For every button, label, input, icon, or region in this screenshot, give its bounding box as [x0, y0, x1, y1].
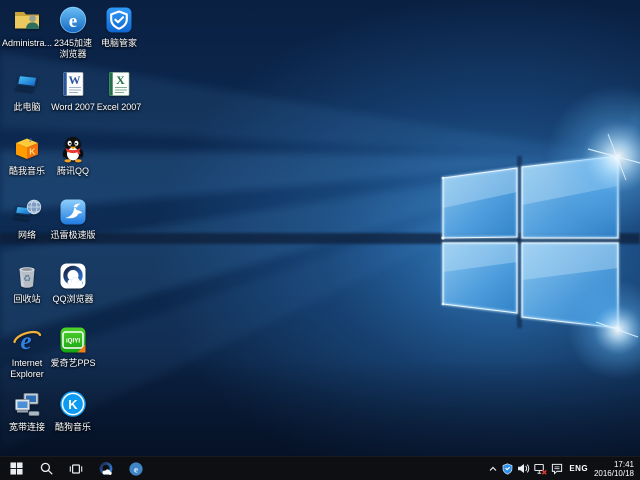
desktop-icon-internet-explorer[interactable]: e Internet Explorer [4, 325, 50, 380]
taskbar-qq-browser-button[interactable] [91, 457, 121, 480]
excel-spreadsheet-icon: X [104, 69, 134, 99]
desktop-icon-label: 酷我音乐 [9, 166, 45, 177]
desktop-icon-label: Excel 2007 [97, 102, 142, 113]
network-error-icon [534, 463, 547, 475]
tray-pc-manager-button[interactable] [502, 463, 513, 475]
desktop-icon-2345-browser[interactable]: e 2345加速浏览器 [50, 5, 96, 60]
taskbar: e [0, 456, 640, 480]
computer-icon [12, 69, 42, 99]
desktop-icon-excel-2007[interactable]: X Excel 2007 [96, 69, 142, 113]
tencent-pc-manager-shield-icon [104, 5, 134, 35]
qq-browser-icon [58, 261, 88, 291]
desktop-icon-label: 回收站 [13, 294, 40, 305]
search-button[interactable] [31, 457, 61, 480]
desktop-icon-label: 宽带连接 [9, 422, 45, 433]
desktop-icon-broadband[interactable]: 宽带连接 [4, 389, 50, 433]
kuwo-music-box-icon: K ♪ [12, 133, 42, 163]
thunder-bird-icon [58, 197, 88, 227]
desktop-icon-label: 腾讯QQ [57, 166, 89, 177]
2345-explorer-icon: e [128, 461, 144, 477]
desktop-icon-label: Word 2007 [51, 102, 95, 113]
svg-text:♪: ♪ [29, 135, 33, 144]
network-status-button[interactable] [534, 463, 547, 475]
word-document-icon: W [58, 69, 88, 99]
clock-time: 17:41 [614, 460, 634, 469]
system-tray: ENG 17:41 2016/10/18 [488, 457, 640, 480]
taskbar-left-buttons: e [0, 457, 151, 480]
action-center-button[interactable] [551, 463, 563, 475]
svg-text:♻: ♻ [23, 274, 31, 284]
qq-browser-icon [98, 461, 114, 477]
recycle-bin-icon: ♻ [12, 261, 42, 291]
svg-text:W: W [69, 73, 81, 87]
user-folder-icon [12, 5, 42, 35]
desktop-icon-qq-browser[interactable]: QQ浏览器 [50, 261, 96, 305]
desktop-icon-recycle-bin[interactable]: ♻ 回收站 [4, 261, 50, 305]
volume-button[interactable] [517, 463, 530, 474]
windows-start-icon [10, 462, 23, 475]
clock-date: 2016/10/18 [594, 469, 634, 478]
desktop-icon-xunlei[interactable]: 迅雷极速版 [50, 197, 96, 241]
desktop-icon-kuwo-music[interactable]: K ♪ 酷我音乐 [4, 133, 50, 177]
task-view-button[interactable] [61, 457, 91, 480]
svg-text:e: e [134, 465, 138, 475]
svg-text:e: e [69, 11, 77, 32]
desktop-icon-label: QQ浏览器 [52, 294, 93, 305]
desktop-icon-label: 酷狗音乐 [55, 422, 91, 433]
ie-icon: e [12, 325, 42, 355]
iqiyi-icon: iQIYI [58, 325, 88, 355]
desktop[interactable]: Administra... e 2345加速浏览器 电脑管家 [0, 0, 640, 456]
desktop-icon-tencent-qq[interactable]: 腾讯QQ [50, 133, 96, 177]
desktop-icon-administrator[interactable]: Administra... [4, 5, 50, 49]
shield-icon [502, 463, 513, 475]
desktop-icon-label: Internet Explorer [4, 358, 50, 380]
desktop-icon-kugou-music[interactable]: K 酷狗音乐 [50, 389, 96, 433]
desktop-icon-this-pc[interactable]: 此电脑 [4, 69, 50, 113]
speaker-icon [517, 463, 530, 474]
desktop-icon-label: 网络 [18, 230, 36, 241]
start-button[interactable] [1, 457, 31, 480]
desktop-icon-label: 电脑管家 [101, 38, 137, 49]
desktop-icon-label: 此电脑 [13, 102, 40, 113]
kugou-music-icon: K [58, 389, 88, 419]
search-icon [40, 462, 53, 475]
broadband-connection-icon [12, 389, 42, 419]
desktop-icon-iqiyi-pps[interactable]: iQIYI 爱奇艺PPS [50, 325, 96, 369]
svg-text:iQIYI: iQIYI [66, 338, 80, 345]
network-globe-icon [12, 197, 42, 227]
2345-explorer-icon: e [58, 5, 88, 35]
hidden-icons-button[interactable] [488, 464, 498, 474]
task-view-icon [69, 463, 83, 475]
svg-text:K: K [68, 397, 78, 412]
qq-penguin-icon [58, 133, 88, 163]
desktop-icon-pc-manager[interactable]: 电脑管家 [96, 5, 142, 49]
taskbar-2345-browser-button[interactable]: e [121, 457, 151, 480]
desktop-icon-label: 2345加速浏览器 [50, 38, 96, 60]
desktop-icon-network[interactable]: 网络 [4, 197, 50, 241]
svg-text:X: X [116, 73, 125, 87]
desktop-icon-label: 迅雷极速版 [50, 230, 95, 241]
clock[interactable]: 17:41 2016/10/18 [594, 460, 635, 478]
desktop-icon-label: 爱奇艺PPS [50, 358, 95, 369]
language-indicator[interactable]: ENG [567, 464, 590, 473]
svg-text:K: K [29, 147, 36, 157]
action-center-icon [551, 463, 563, 475]
desktop-icon-label: Administra... [2, 38, 52, 49]
chevron-up-icon [488, 464, 498, 474]
desktop-icon-word-2007[interactable]: W Word 2007 [50, 69, 96, 113]
